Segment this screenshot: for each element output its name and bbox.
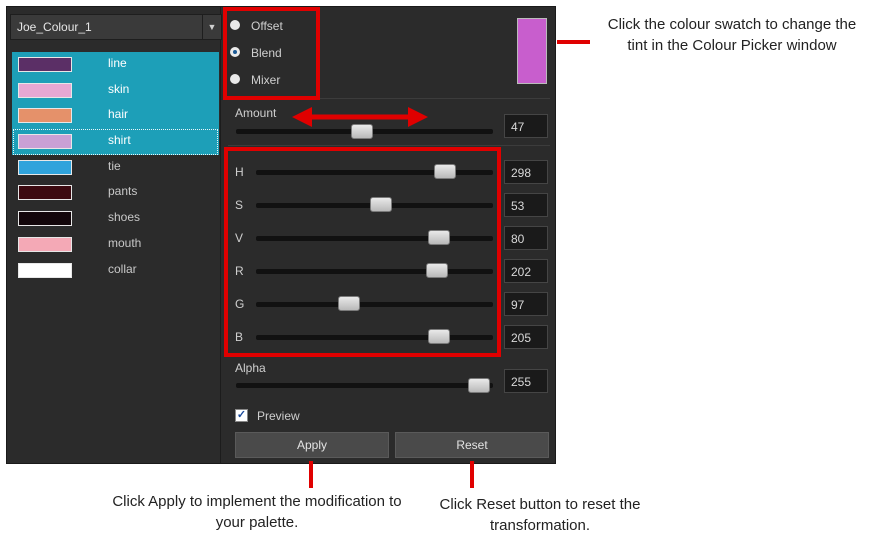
- list-item[interactable]: line: [12, 52, 219, 78]
- list-item[interactable]: hair: [12, 103, 219, 130]
- colour-swatch[interactable]: [18, 159, 72, 175]
- tint-colour-swatch[interactable]: [517, 18, 547, 84]
- list-item[interactable]: tie: [12, 155, 219, 181]
- colour-name: shoes: [108, 210, 141, 225]
- list-item[interactable]: collar: [12, 258, 219, 284]
- amount-label: Amount: [235, 106, 277, 120]
- palette-name: Joe_Colour_1: [17, 20, 92, 34]
- preview-label: Preview: [257, 409, 300, 423]
- alpha-slider-track[interactable]: [236, 383, 493, 388]
- apply-callout-line: [309, 461, 313, 488]
- list-item[interactable]: mouth: [12, 232, 219, 258]
- palette-dropdown[interactable]: Joe_Colour_1 ▼: [10, 14, 222, 40]
- colour-swatch[interactable]: [18, 211, 72, 227]
- amount-value-field[interactable]: 47: [504, 114, 548, 138]
- sliders-highlight-box: [224, 147, 501, 357]
- apply-annotation: Click Apply to implement the modificatio…: [112, 493, 402, 531]
- channel-value-field[interactable]: 97: [504, 292, 548, 316]
- reset-button[interactable]: Reset: [395, 432, 549, 458]
- channel-value-field[interactable]: 80: [504, 226, 548, 250]
- reset-annotation: Click Reset button to reset the transfor…: [439, 496, 641, 534]
- colour-swatch[interactable]: [18, 82, 72, 98]
- channel-value-field[interactable]: 202: [504, 259, 548, 283]
- list-item[interactable]: skin: [12, 77, 219, 104]
- apply-button[interactable]: Apply: [235, 432, 389, 458]
- swatch-callout-line: [557, 40, 590, 44]
- colour-name: hair: [108, 107, 129, 122]
- list-item[interactable]: shoes: [12, 206, 219, 232]
- channel-value-field[interactable]: 205: [504, 325, 548, 349]
- palette-column: Joe_Colour_1 ▼ line skin hair shirt tie pants…: [7, 7, 222, 463]
- colour-name: shirt: [108, 133, 131, 148]
- alpha-value-field[interactable]: 255: [504, 369, 548, 393]
- colour-swatch[interactable]: [18, 57, 72, 72]
- colour-name: tie: [108, 158, 121, 173]
- reset-callout-line: [470, 461, 474, 488]
- colour-name: collar: [108, 261, 137, 276]
- colour-swatch[interactable]: [18, 108, 72, 124]
- colour-swatch[interactable]: [18, 262, 72, 278]
- mode-highlight-box: [223, 7, 320, 100]
- channel-value-field[interactable]: 53: [504, 193, 548, 217]
- colour-name: mouth: [108, 235, 142, 250]
- colour-name: skin: [108, 81, 130, 96]
- colour-swatch[interactable]: [18, 134, 72, 150]
- channel-value-field[interactable]: 298: [504, 160, 548, 184]
- double-arrow-icon: [292, 107, 428, 127]
- colour-list: line skin hair shirt tie pants shoes mouth colla…: [12, 52, 219, 283]
- alpha-slider-handle[interactable]: [468, 378, 490, 393]
- colour-name: line: [108, 56, 127, 70]
- colour-name: pants: [108, 184, 138, 199]
- colour-swatch[interactable]: [18, 236, 72, 252]
- preview-checkbox[interactable]: ✓: [235, 409, 248, 422]
- alpha-label: Alpha: [235, 361, 266, 375]
- list-item[interactable]: pants: [12, 180, 219, 206]
- chevron-down-icon[interactable]: ▼: [202, 15, 221, 39]
- swatch-annotation: Click the colour swatch to change the ti…: [607, 16, 857, 54]
- list-item[interactable]: shirt: [12, 129, 219, 155]
- colour-swatch[interactable]: [18, 185, 72, 201]
- divider: [228, 145, 550, 146]
